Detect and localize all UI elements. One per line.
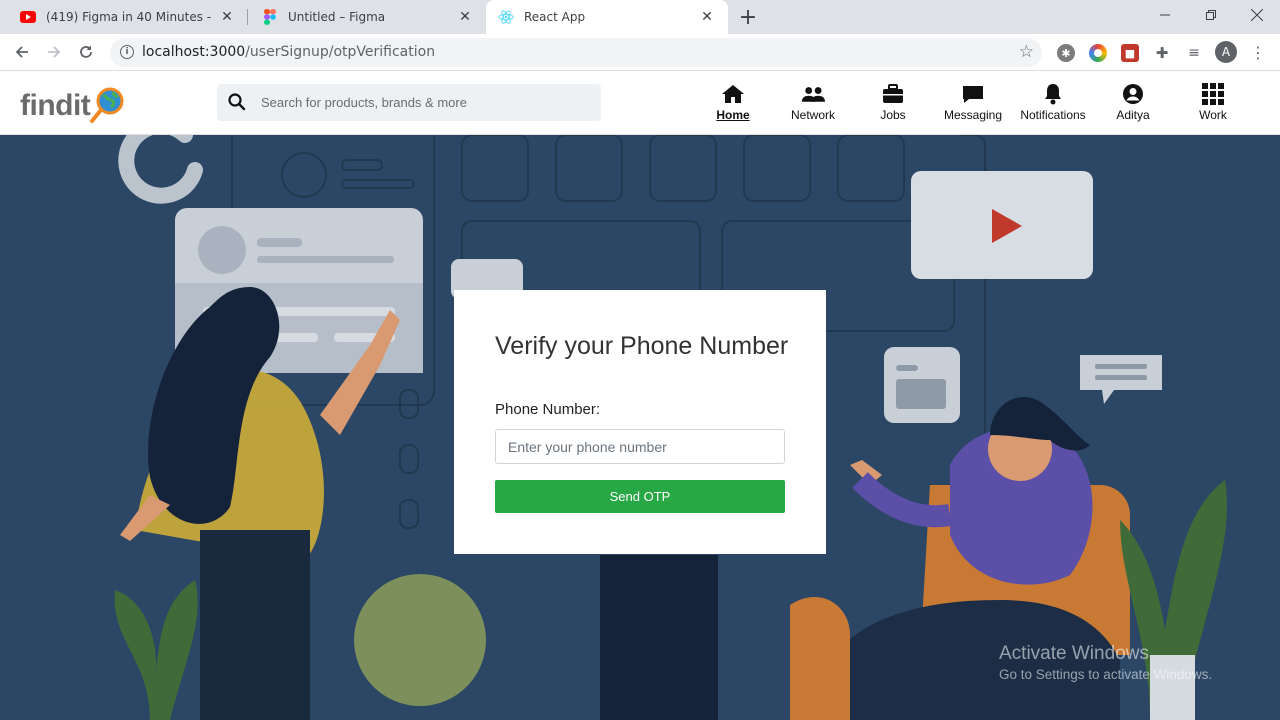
nav-jobs[interactable]: Jobs xyxy=(853,83,933,127)
extensions-puzzle-icon[interactable]: ✚ xyxy=(1153,44,1171,62)
logo-wordmark: findit xyxy=(20,89,91,122)
nav-label: Aditya xyxy=(1116,108,1150,122)
url-text: localhost:3000/userSignup/otpVerificatio… xyxy=(142,44,435,60)
nav-messaging[interactable]: Messaging xyxy=(933,83,1013,127)
extension-bug-icon[interactable]: ✱ xyxy=(1057,44,1075,62)
search-input[interactable] xyxy=(261,84,591,121)
back-button[interactable] xyxy=(10,40,34,64)
findit-logo[interactable]: findit xyxy=(20,83,126,129)
browser-tab-strip: (419) Figma in 40 Minutes - YouT ✕ Untit… xyxy=(0,0,1280,34)
profile-avatar[interactable]: A xyxy=(1215,41,1237,63)
close-tab-icon[interactable]: ✕ xyxy=(698,8,716,26)
close-icon xyxy=(1251,9,1263,21)
browser-toolbar: i localhost:3000/userSignup/otpVerificat… xyxy=(0,34,1280,71)
search-bar xyxy=(217,84,601,121)
nav-notifications[interactable]: Notifications xyxy=(1013,83,1093,127)
bookmark-star-icon[interactable]: ☆ xyxy=(1019,42,1034,62)
nav-home[interactable]: Home xyxy=(693,83,773,127)
briefcase-icon xyxy=(881,83,905,105)
people-icon xyxy=(801,83,825,105)
tab-title: (419) Figma in 40 Minutes - YouT xyxy=(46,10,212,24)
forward-button[interactable] xyxy=(42,40,66,64)
close-window-button[interactable] xyxy=(1234,0,1280,30)
nav-label: Network xyxy=(790,108,835,122)
new-tab-button[interactable]: + xyxy=(736,5,760,30)
url-path: /userSignup/otpVerification xyxy=(245,44,436,60)
restore-button[interactable] xyxy=(1188,0,1234,30)
reload-button[interactable] xyxy=(74,40,98,64)
nav-work[interactable]: Work xyxy=(1173,83,1253,127)
app-header: findit Home Network Jobs Messaging xyxy=(0,71,1280,135)
bell-icon xyxy=(1041,83,1065,105)
phone-number-label: Phone Number: xyxy=(495,401,601,418)
restore-icon xyxy=(1206,10,1216,20)
close-tab-icon[interactable]: ✕ xyxy=(456,8,474,26)
tab-title: React App xyxy=(524,10,586,24)
user-circle-icon xyxy=(1121,83,1145,105)
minimize-button[interactable] xyxy=(1142,0,1188,30)
nav-label: Messaging xyxy=(943,108,1003,122)
watermark-subtitle: Go to Settings to activate Windows. xyxy=(999,667,1213,682)
reload-icon xyxy=(80,45,92,58)
grid-icon xyxy=(1201,83,1225,105)
extension-red-icon[interactable]: ■ xyxy=(1121,44,1139,62)
browser-tab-react-app[interactable]: React App ✕ xyxy=(486,0,728,34)
extension-color-icon[interactable] xyxy=(1089,44,1107,62)
browser-tab-figma[interactable]: Untitled – Figma ✕ xyxy=(250,0,486,34)
nav-label: Jobs xyxy=(880,108,906,122)
nav-label: Notifications xyxy=(1020,108,1086,122)
site-info-icon[interactable]: i xyxy=(120,45,134,59)
tab-divider xyxy=(247,9,248,25)
close-tab-icon[interactable]: ✕ xyxy=(218,8,236,26)
url-host: localhost:3000 xyxy=(142,44,246,60)
figma-icon xyxy=(262,9,278,25)
tab-title: Untitled – Figma xyxy=(288,10,386,24)
phone-number-input[interactable] xyxy=(495,429,785,464)
modal-title: Verify your Phone Number xyxy=(495,332,789,360)
magnifier-globe-icon xyxy=(90,87,124,123)
home-icon xyxy=(721,83,745,105)
arrow-right-icon xyxy=(48,46,61,58)
media-queue-icon[interactable]: ≡ xyxy=(1185,44,1203,62)
youtube-icon xyxy=(20,9,36,25)
browser-menu-icon[interactable]: ⋮ xyxy=(1250,42,1266,62)
browser-tab-youtube[interactable]: (419) Figma in 40 Minutes - YouT ✕ xyxy=(8,0,248,34)
search-icon[interactable] xyxy=(227,92,247,112)
nav-network[interactable]: Network xyxy=(773,83,853,127)
minimize-icon xyxy=(1160,14,1170,16)
send-otp-button[interactable]: Send OTP xyxy=(495,480,785,513)
message-icon xyxy=(961,83,985,105)
windows-activation-watermark: Activate Windows Go to Settings to activ… xyxy=(999,643,1212,682)
nav-label: Work xyxy=(1199,108,1227,122)
watermark-title: Activate Windows xyxy=(999,643,1149,664)
nav-label: Home xyxy=(716,108,750,122)
arrow-left-icon xyxy=(15,46,28,58)
address-bar[interactable]: i localhost:3000/userSignup/otpVerificat… xyxy=(110,38,1042,67)
react-icon xyxy=(498,9,514,25)
verify-phone-modal: Verify your Phone Number Phone Number: S… xyxy=(454,290,826,554)
nav-profile[interactable]: Aditya xyxy=(1093,83,1173,127)
